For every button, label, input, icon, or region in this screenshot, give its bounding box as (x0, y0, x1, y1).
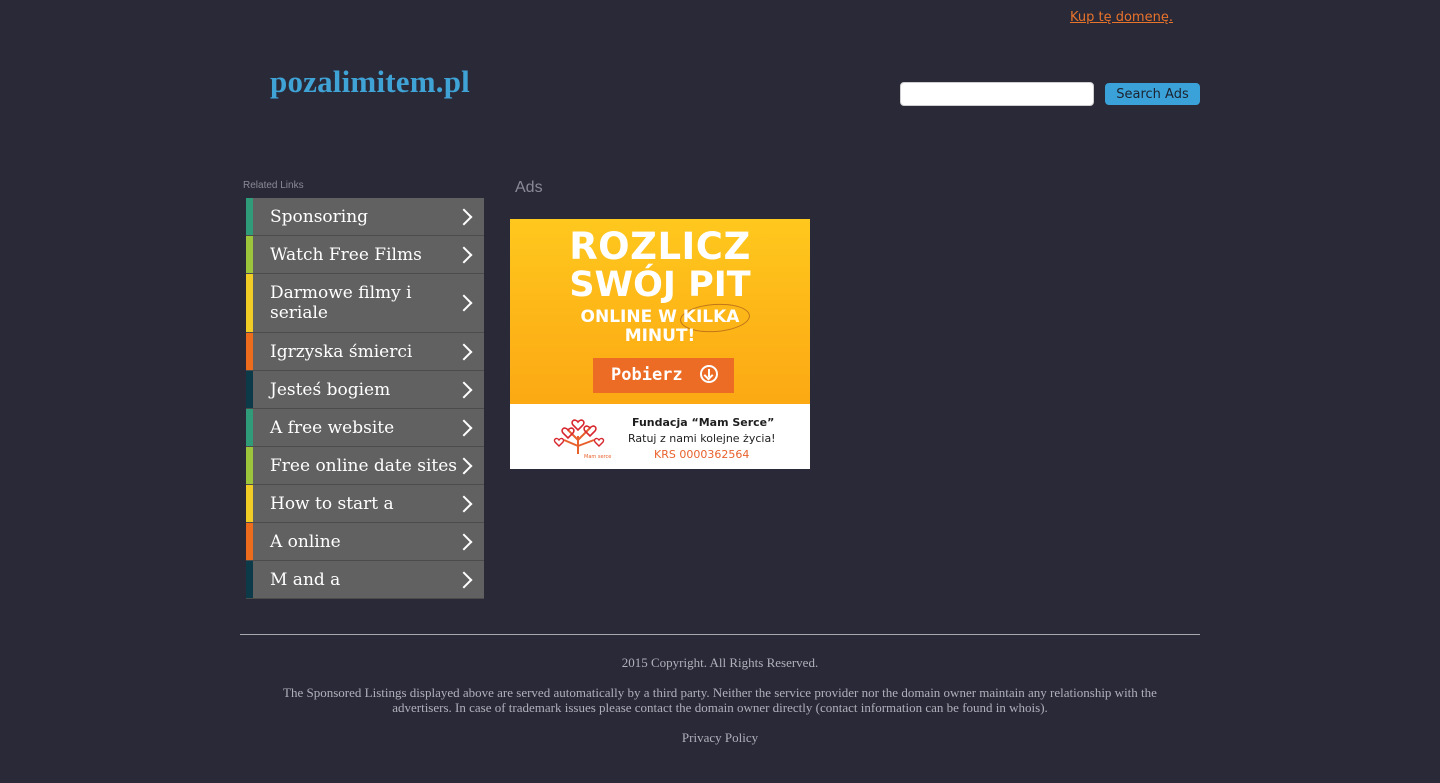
related-link-item[interactable]: Sponsoring (246, 198, 484, 236)
related-link-label: Darmowe filmy i seriale (270, 283, 412, 323)
ad-subheadline: ONLINE W KILKA MINUT! (510, 308, 810, 346)
search-ads-button[interactable]: Search Ads (1105, 83, 1200, 105)
search-input[interactable] (900, 82, 1094, 106)
footer-divider (240, 634, 1200, 635)
related-link-item[interactable]: Igrzyska śmierci (246, 333, 484, 371)
link-color-stripe (246, 561, 253, 598)
link-color-stripe (246, 523, 253, 560)
ad-tagline: Ratuj z nami kolejne życia! (628, 432, 776, 445)
related-link-label: A free website (270, 417, 395, 438)
ad-subheadline-text: ONLINE W KILKA MINUT! (580, 307, 740, 346)
logo-caption: Mam serce (584, 454, 611, 460)
ad-headline-1: ROZLICZ (569, 225, 751, 268)
heart-tree-logo-icon: Mam serce (553, 419, 611, 460)
related-link-label: How to start a (270, 493, 394, 514)
related-link-item[interactable]: Jesteś bogiem (246, 371, 484, 409)
privacy-policy-link[interactable]: Privacy Policy (240, 730, 1200, 746)
ad-krs-number: KRS 0000362564 (654, 448, 750, 461)
related-link-label: Watch Free Films (270, 244, 422, 265)
link-color-stripe (246, 485, 253, 522)
chevron-right-icon (455, 294, 473, 312)
link-color-stripe (246, 274, 253, 332)
related-links-title: Related Links (243, 180, 304, 191)
related-link-item[interactable]: Darmowe filmy i seriale (246, 274, 484, 333)
page: Kup tę domenę. pozalimitem.pl Search Ads… (0, 0, 1440, 783)
link-color-stripe (246, 236, 253, 273)
ad-org-name: Fundacja “Mam Serce” (632, 416, 775, 429)
related-link-label: Free online date sites (270, 455, 458, 476)
link-color-stripe (246, 333, 253, 370)
related-link-item[interactable]: A free website (246, 409, 484, 447)
related-link-item[interactable]: Free online date sites (246, 447, 484, 485)
footer-copyright: 2015 Copyright. All Rights Reserved. (621, 655, 819, 670)
ad-banner-bottom: Mam serce Fundacja “Mam Serce” Ratuj z n… (510, 404, 810, 469)
related-link-label: Jesteś bogiem (270, 379, 391, 400)
ad-banner[interactable]: ROZLICZ SWÓJ PIT ONLINE W KILKA MINUT! P… (510, 219, 810, 469)
ad-download-button[interactable]: Pobierz (593, 358, 734, 393)
site-title[interactable]: pozalimitem.pl (270, 64, 470, 100)
download-arrow-icon (700, 365, 718, 383)
ad-download-label: Pobierz (611, 365, 683, 385)
related-link-label: Sponsoring (270, 206, 369, 227)
link-color-stripe (246, 371, 253, 408)
link-color-stripe (246, 409, 253, 446)
buy-domain-link[interactable]: Kup tę domenę. (1070, 10, 1173, 25)
related-link-item[interactable]: M and a (246, 561, 484, 599)
related-link-label: M and a (270, 569, 341, 590)
footer-disclaimer: The Sponsored Listings displayed above a… (283, 685, 1157, 715)
related-link-item[interactable]: Watch Free Films (246, 236, 484, 274)
link-color-stripe (246, 447, 253, 484)
related-link-label: A online (270, 531, 341, 552)
related-link-item[interactable]: A online (246, 523, 484, 561)
related-link-label: Igrzyska śmierci (270, 341, 413, 362)
ads-title: Ads (515, 179, 543, 196)
related-link-item[interactable]: How to start a (246, 485, 484, 523)
ad-banner-top: ROZLICZ SWÓJ PIT ONLINE W KILKA MINUT! P… (510, 219, 810, 404)
related-links-list: Sponsoring Watch Free Films Darmowe film… (246, 198, 484, 599)
ad-headline-2: SWÓJ PIT (569, 265, 751, 305)
link-color-stripe (246, 198, 253, 235)
